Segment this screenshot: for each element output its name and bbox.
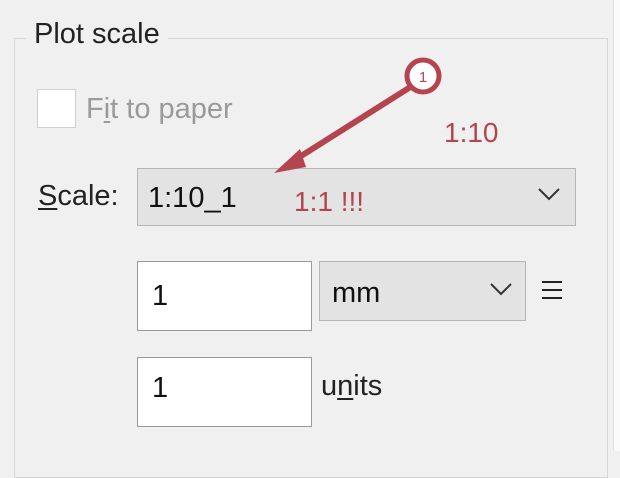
drawing-units-value: 1 xyxy=(152,372,169,404)
paper-units-value: 1 xyxy=(152,280,169,312)
unit-selected-value: mm xyxy=(332,277,381,309)
equals-icon xyxy=(542,281,562,299)
units-label: units xyxy=(321,370,383,402)
fit-to-paper-checkbox[interactable] xyxy=(37,89,76,128)
drawing-units-input[interactable]: 1 xyxy=(137,357,312,427)
fit-to-paper-label: Fit to paper xyxy=(86,93,233,125)
window-edge xyxy=(613,0,620,451)
scale-selected-value: 1:10_1 xyxy=(148,182,237,214)
annotation-note-2: 1:1 !!! xyxy=(294,186,365,217)
scale-label: Scale: xyxy=(38,180,119,212)
unit-dropdown[interactable]: mm xyxy=(319,261,526,321)
paper-units-input[interactable]: 1 xyxy=(137,261,312,331)
group-title: Plot scale xyxy=(26,18,168,51)
annotation-note-1: 1:10 xyxy=(444,117,499,148)
chevron-down-icon xyxy=(538,188,560,201)
chevron-down-icon xyxy=(490,283,512,296)
